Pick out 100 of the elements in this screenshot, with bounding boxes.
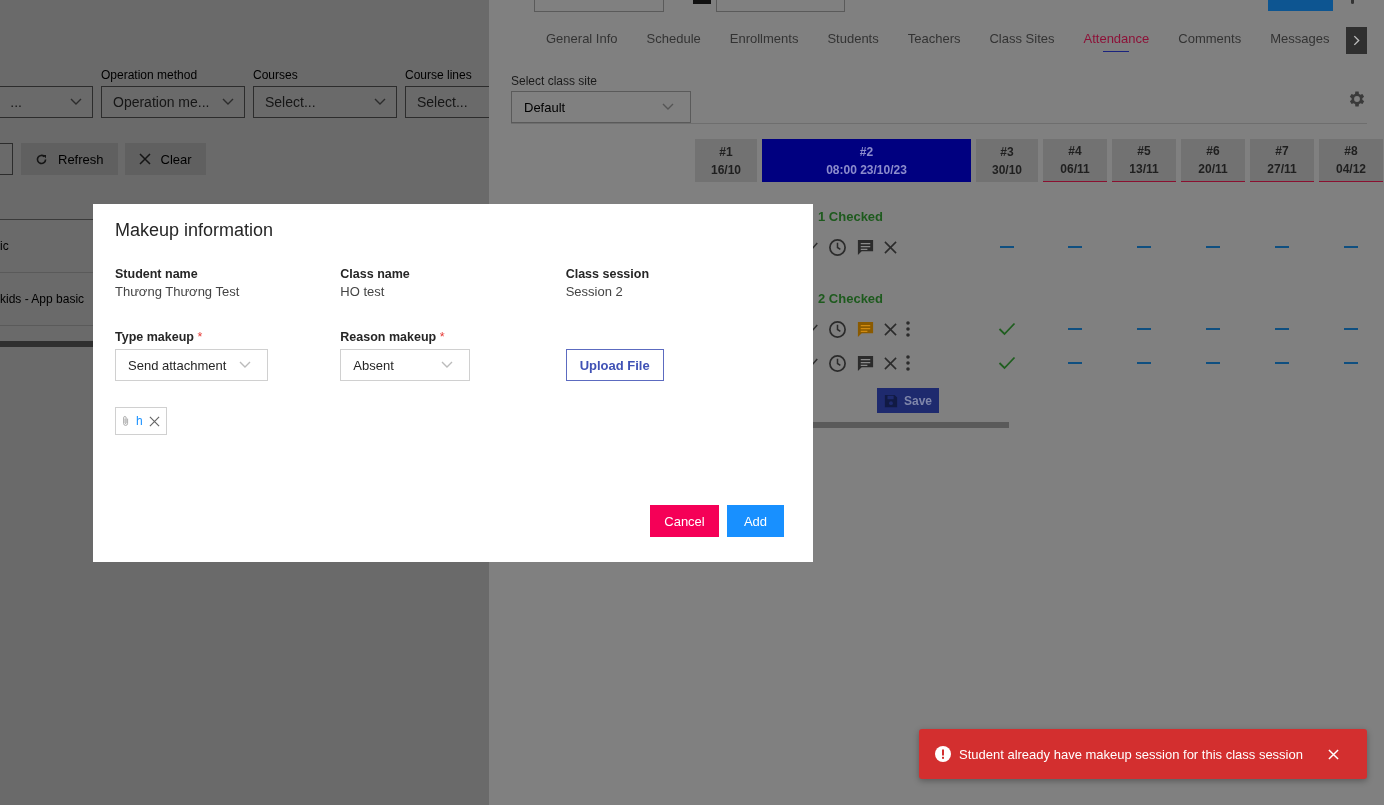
checked-count: 1 Checked [818, 208, 884, 224]
date-field[interactable] [716, 0, 845, 12]
dialog-title: Makeup information [115, 220, 275, 241]
tab[interactable]: Students [827, 31, 879, 52]
field-value: Thương Thương Test [115, 284, 241, 299]
dash-icon[interactable] [1344, 328, 1358, 330]
filter-label: Course lines [405, 68, 473, 83]
scrollbar[interactable] [0, 341, 93, 347]
close-icon[interactable] [148, 415, 160, 427]
filter-select[interactable]: Operation me... [101, 86, 245, 118]
chevron-right-icon [1353, 35, 1360, 46]
chevron-right-button[interactable] [1346, 27, 1367, 54]
more-icon[interactable] [906, 355, 910, 371]
field-label: Class session [565, 267, 651, 281]
type-makeup-select[interactable]: Send attachment [115, 349, 268, 381]
dash-icon[interactable] [1206, 328, 1220, 330]
field-label: Select class site [511, 74, 599, 88]
dash-icon[interactable] [1137, 362, 1151, 364]
close-icon[interactable] [884, 322, 897, 336]
tab[interactable]: Messages [1270, 31, 1330, 52]
refresh-icon [35, 152, 48, 166]
class-site-select[interactable]: Default [511, 91, 691, 123]
filter-label: Operation method [101, 68, 199, 83]
file-link[interactable]: h [136, 414, 143, 428]
toast-message: Student already have makeup session for this class session [959, 746, 1303, 762]
error-icon [935, 746, 951, 762]
comment-icon[interactable] [856, 237, 875, 257]
dash-icon[interactable] [1068, 246, 1082, 248]
dash-icon[interactable] [1137, 246, 1151, 248]
filter-label: Courses [253, 68, 299, 83]
session-header[interactable]: #2 08:00 23/10/23 [762, 139, 971, 182]
session-header[interactable]: #1 16/10 [695, 139, 757, 182]
field-label: Student name [115, 267, 199, 281]
field-label: Type makeup * [115, 330, 204, 344]
dash-icon[interactable] [1275, 246, 1289, 248]
dash-icon[interactable] [1000, 246, 1014, 248]
reason-makeup-select[interactable]: Absent [340, 349, 471, 381]
paperclip-icon [122, 415, 130, 427]
settings-icon[interactable] [1347, 89, 1367, 109]
chevron-down-icon [374, 98, 386, 106]
session-header[interactable]: #5 13/11 [1112, 139, 1176, 182]
tab[interactable]: Schedule [646, 31, 701, 52]
more-icon[interactable] [1351, 0, 1354, 4]
more-icon[interactable] [906, 321, 910, 337]
dash-icon[interactable] [1206, 246, 1220, 248]
scrollbar[interactable] [810, 422, 1009, 428]
check-icon[interactable] [998, 322, 1016, 336]
save-icon [884, 393, 898, 408]
chevron-down-icon [239, 361, 251, 369]
clock-icon[interactable] [828, 319, 847, 339]
field-label: Reason makeup * [340, 330, 446, 344]
tab[interactable]: Comments [1178, 31, 1242, 52]
dash-icon[interactable] [1275, 328, 1289, 330]
dash-icon[interactable] [1344, 246, 1358, 248]
calendar-icon [693, 0, 711, 4]
tab[interactable]: Enrollments [729, 31, 799, 52]
filter-select[interactable]: Select... [253, 86, 397, 118]
chevron-down-icon [662, 103, 674, 111]
session-header[interactable]: #8 04/12 [1319, 139, 1383, 182]
clock-icon[interactable] [828, 353, 847, 373]
dash-icon[interactable] [1275, 362, 1289, 364]
session-header[interactable]: #6 20/11 [1181, 139, 1245, 182]
chevron-down-icon [222, 98, 234, 106]
refresh-button[interactable]: Refresh [21, 143, 118, 175]
field-value: HO test [340, 284, 386, 299]
add-button[interactable]: Add [727, 505, 784, 537]
dash-icon[interactable] [1206, 362, 1220, 364]
session-header[interactable]: #3 30/10 [976, 139, 1038, 182]
check-icon[interactable] [998, 356, 1016, 370]
checked-count: 2 Checked [818, 290, 884, 306]
table-cell: ic [0, 239, 9, 253]
table-cell: kids - App basic [0, 292, 85, 306]
session-header[interactable]: #7 27/11 [1250, 139, 1314, 182]
chevron-down-icon [70, 98, 82, 106]
comment-icon[interactable] [856, 319, 875, 339]
dash-icon[interactable] [1344, 362, 1358, 364]
close-icon [138, 153, 151, 165]
save-button[interactable]: Save [877, 388, 940, 413]
tab[interactable]: Teachers [907, 31, 961, 52]
tab[interactable]: General Info [546, 31, 618, 52]
comment-icon[interactable] [856, 353, 875, 373]
tab[interactable]: Class Sites [989, 31, 1055, 52]
upload-file-button[interactable]: Upload File [565, 349, 664, 381]
dash-icon[interactable] [1137, 328, 1151, 330]
tab[interactable]: Attendance [1083, 31, 1150, 52]
field-label: Class name [340, 267, 411, 281]
filter-select[interactable]: ... [0, 86, 93, 118]
close-icon[interactable] [884, 240, 897, 254]
primary-button[interactable] [1268, 0, 1333, 11]
close-icon[interactable] [884, 356, 897, 370]
clock-icon[interactable] [828, 237, 847, 257]
dash-icon[interactable] [1068, 362, 1082, 364]
clear-button[interactable]: Clear [124, 143, 206, 175]
top-field[interactable] [534, 0, 664, 12]
chevron-down-icon [441, 361, 454, 369]
search-field[interactable] [0, 143, 13, 175]
session-header[interactable]: #4 06/11 [1043, 139, 1107, 182]
field-value: Session 2 [565, 284, 624, 299]
cancel-button[interactable]: Cancel [650, 505, 719, 537]
dash-icon[interactable] [1068, 328, 1082, 330]
